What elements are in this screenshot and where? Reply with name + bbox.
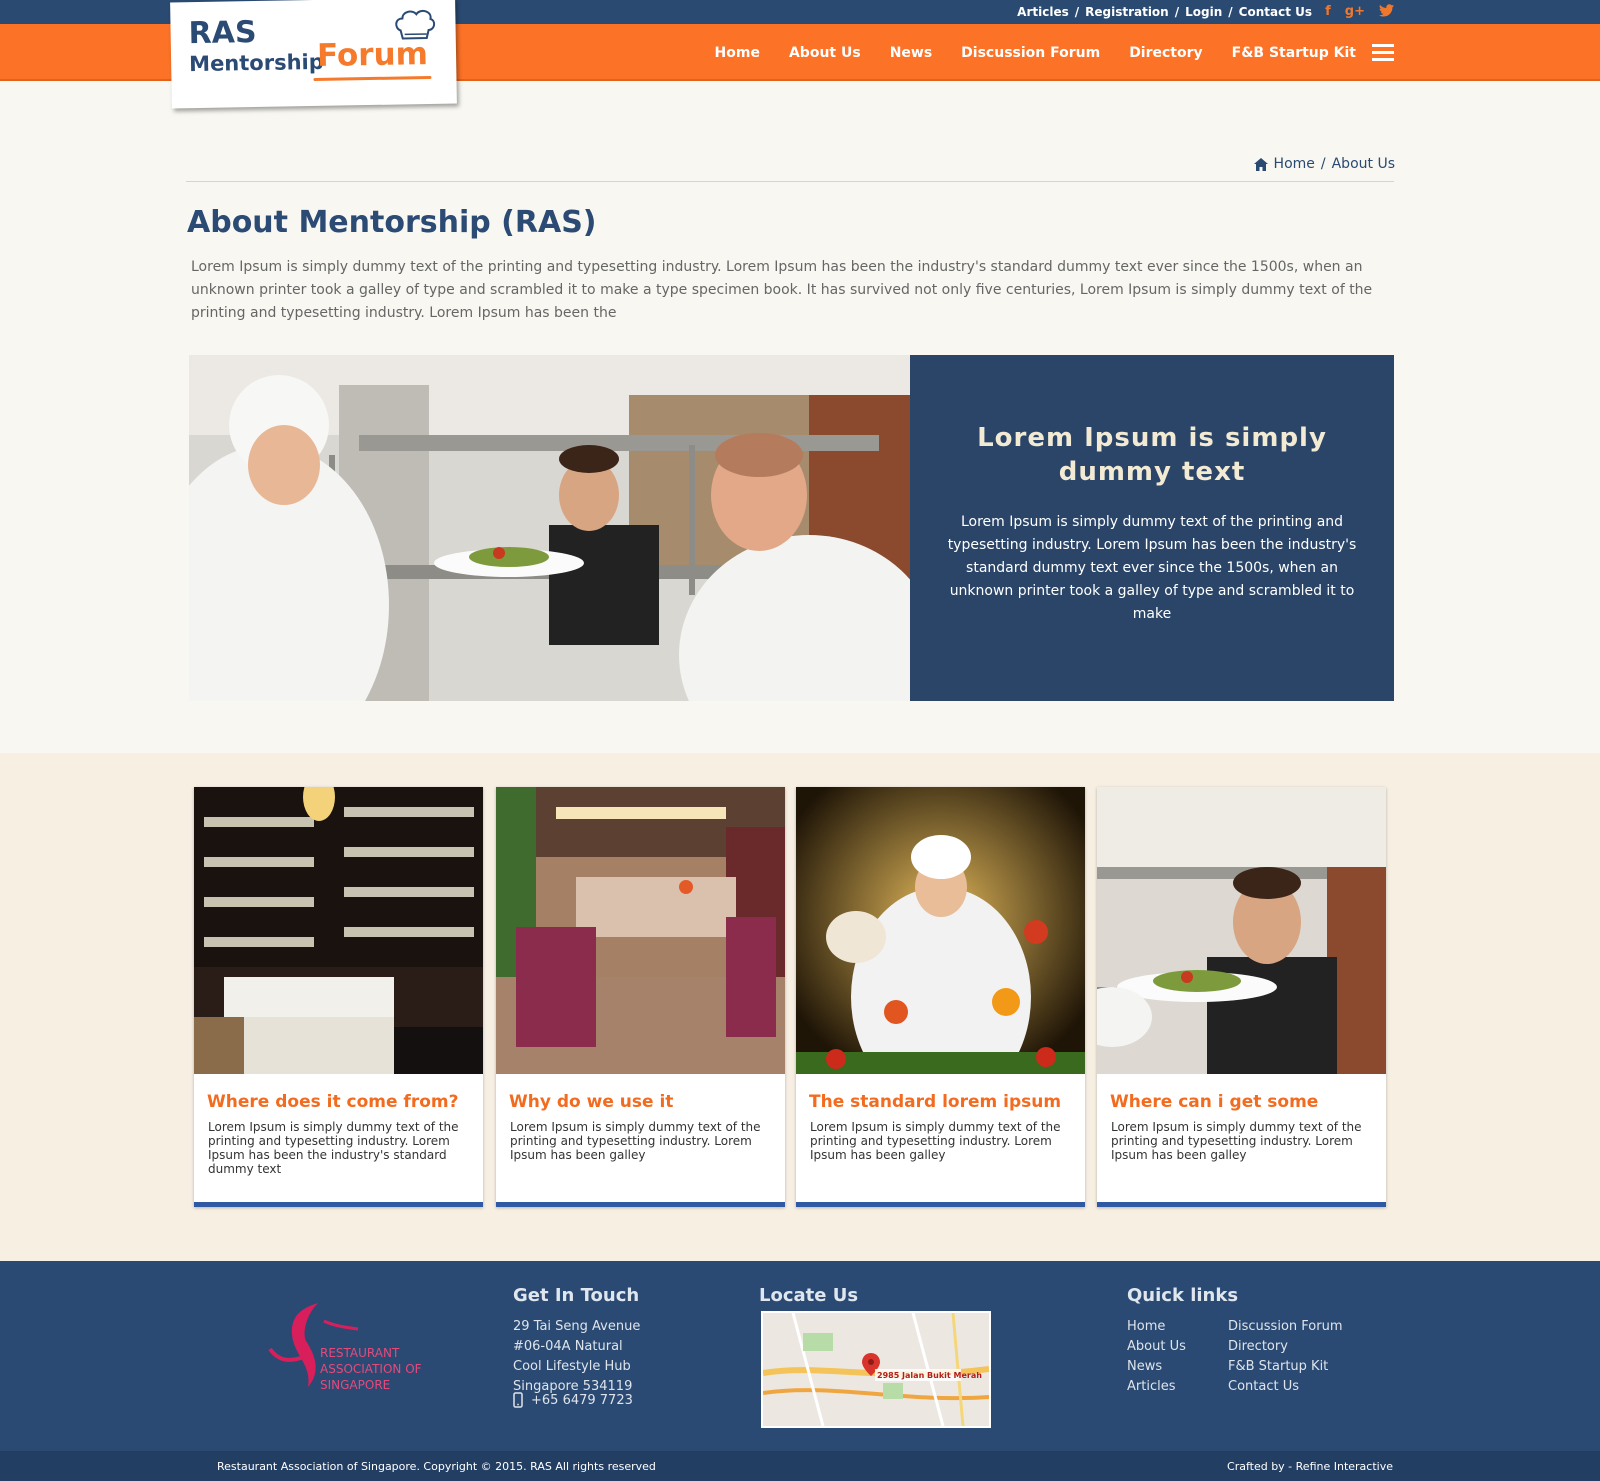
locate-us-heading: Locate Us — [759, 1285, 859, 1306]
logo-text-ras: RAS — [188, 14, 257, 52]
home-icon — [1253, 157, 1268, 171]
quicklink-home[interactable]: Home — [1127, 1317, 1186, 1337]
card-title: Where does it come from? — [207, 1092, 459, 1112]
quicklink-startup-kit[interactable]: F&B Startup Kit — [1228, 1357, 1342, 1377]
credit-text[interactable]: Crafted by - Refine Interactive — [1227, 1460, 1393, 1473]
hero-image-chefs — [189, 355, 910, 701]
top-link-registration[interactable]: Registration — [1085, 5, 1169, 19]
hero-body: Lorem Ipsum is simply dummy text of the … — [947, 514, 1357, 622]
top-link-articles[interactable]: Articles — [1017, 5, 1069, 19]
divider — [186, 181, 1394, 182]
logo-line-1: RESTAURANT — [320, 1346, 400, 1360]
phone-number[interactable]: +65 6479 7723 — [531, 1393, 633, 1408]
address-line: Cool Lifestyle Hub — [513, 1359, 631, 1374]
location-map[interactable]: 2985 Jalan Bukit Merah — [761, 1311, 991, 1428]
main-nav: Home About Us News Discussion Forum Dire… — [686, 24, 1394, 81]
address-block: 29 Tai Seng Avenue #06-04A Natural Cool … — [513, 1317, 640, 1397]
hero-heading: Lorem Ipsum is simply dummy text — [977, 423, 1327, 487]
hero-section: Lorem Ipsum is simply dummy text Lorem I… — [189, 355, 1394, 701]
nav-discussion-forum[interactable]: Discussion Forum — [961, 45, 1100, 61]
address-line: 29 Tai Seng Avenue — [513, 1319, 641, 1334]
hero-text-panel: Lorem Ipsum is simply dummy text Lorem I… — [910, 355, 1394, 701]
separator: / — [1074, 5, 1080, 19]
get-in-touch-heading: Get In Touch — [513, 1285, 640, 1306]
quicklink-contact-us[interactable]: Contact Us — [1228, 1377, 1342, 1397]
top-link-contact[interactable]: Contact Us — [1239, 5, 1312, 19]
nav-about-us[interactable]: About Us — [789, 45, 861, 61]
twitter-icon[interactable] — [1379, 4, 1394, 22]
breadcrumb-current: About Us — [1331, 156, 1395, 172]
site-footer: RESTAURANT ASSOCIATION OF SINGAPORE Get … — [0, 1261, 1600, 1451]
card-where-from[interactable]: Where does it come from? Lorem Ipsum is … — [194, 787, 483, 1207]
logo-line-3: SINGAPORE — [320, 1378, 390, 1392]
card-title: Where can i get some — [1110, 1092, 1319, 1112]
quick-links-col-2: Discussion Forum Directory F&B Startup K… — [1228, 1317, 1342, 1397]
card-body: Lorem Ipsum is simply dummy text of the … — [208, 1120, 459, 1176]
top-links: Articles / Registration / Login / Contac… — [1017, 5, 1312, 19]
separator: / — [1174, 5, 1180, 19]
logo-underline — [313, 75, 432, 82]
breadcrumb-home[interactable]: Home — [1274, 156, 1315, 172]
social-links: f g+ — [1325, 4, 1394, 22]
breadcrumb: Home / About Us — [1253, 156, 1395, 172]
logo-text-mentorship: Mentorship — [188, 49, 324, 77]
quicklink-articles[interactable]: Articles — [1127, 1377, 1186, 1397]
nav-directory[interactable]: Directory — [1129, 45, 1202, 61]
card-title: The standard lorem ipsum — [809, 1092, 1062, 1112]
nav-home[interactable]: Home — [715, 45, 760, 61]
card-body: Lorem Ipsum is simply dummy text of the … — [510, 1120, 761, 1162]
address-line: #06-04A Natural — [513, 1339, 623, 1354]
card-why-use[interactable]: Why do we use it Lorem Ipsum is simply d… — [496, 787, 785, 1207]
quick-links-heading: Quick links — [1127, 1285, 1239, 1306]
logo-line-2: ASSOCIATION OF — [320, 1362, 422, 1376]
quicklink-news[interactable]: News — [1127, 1357, 1186, 1377]
google-plus-icon[interactable]: g+ — [1345, 4, 1365, 22]
top-link-login[interactable]: Login — [1185, 5, 1222, 19]
copyright-bar: Restaurant Association of Singapore. Cop… — [0, 1451, 1600, 1481]
breadcrumb-separator: / — [1320, 156, 1326, 172]
intro-text: Lorem Ipsum is simply dummy text of the … — [191, 259, 1373, 321]
card-image-waiter — [1097, 787, 1386, 1074]
card-body: Lorem Ipsum is simply dummy text of the … — [1111, 1120, 1362, 1162]
card-body: Lorem Ipsum is simply dummy text of the … — [810, 1120, 1061, 1162]
map-label: 2985 Jalan Bukit Merah — [877, 1371, 982, 1380]
card-title: Why do we use it — [509, 1092, 674, 1112]
quick-links-col-1: Home About Us News Articles — [1127, 1317, 1186, 1397]
card-image-restaurant — [496, 787, 785, 1074]
copyright-text: Restaurant Association of Singapore. Cop… — [217, 1460, 656, 1473]
page-title: About Mentorship (RAS) — [187, 205, 597, 240]
separator: / — [1228, 5, 1233, 19]
ras-association-logo[interactable]: RESTAURANT ASSOCIATION OF SINGAPORE — [262, 1291, 422, 1401]
card-image-chef-cooking — [796, 787, 1085, 1074]
card-where-get[interactable]: Where can i get some Lorem Ipsum is simp… — [1097, 787, 1386, 1207]
quicklink-discussion-forum[interactable]: Discussion Forum — [1228, 1317, 1342, 1337]
site-logo[interactable]: RAS Mentorship Forum — [170, 0, 457, 109]
menu-icon[interactable] — [1372, 44, 1394, 61]
nav-news[interactable]: News — [890, 45, 932, 61]
nav-startup-kit[interactable]: F&B Startup Kit — [1232, 45, 1356, 61]
card-image-wine-bar — [194, 787, 483, 1074]
card-standard[interactable]: The standard lorem ipsum Lorem Ipsum is … — [796, 787, 1085, 1207]
facebook-icon[interactable]: f — [1325, 4, 1331, 22]
phone-row: +65 6479 7723 — [513, 1392, 633, 1408]
chef-hat-icon — [395, 9, 436, 40]
quicklink-about-us[interactable]: About Us — [1127, 1337, 1186, 1357]
quicklink-directory[interactable]: Directory — [1228, 1337, 1342, 1357]
mobile-phone-icon — [513, 1392, 523, 1408]
